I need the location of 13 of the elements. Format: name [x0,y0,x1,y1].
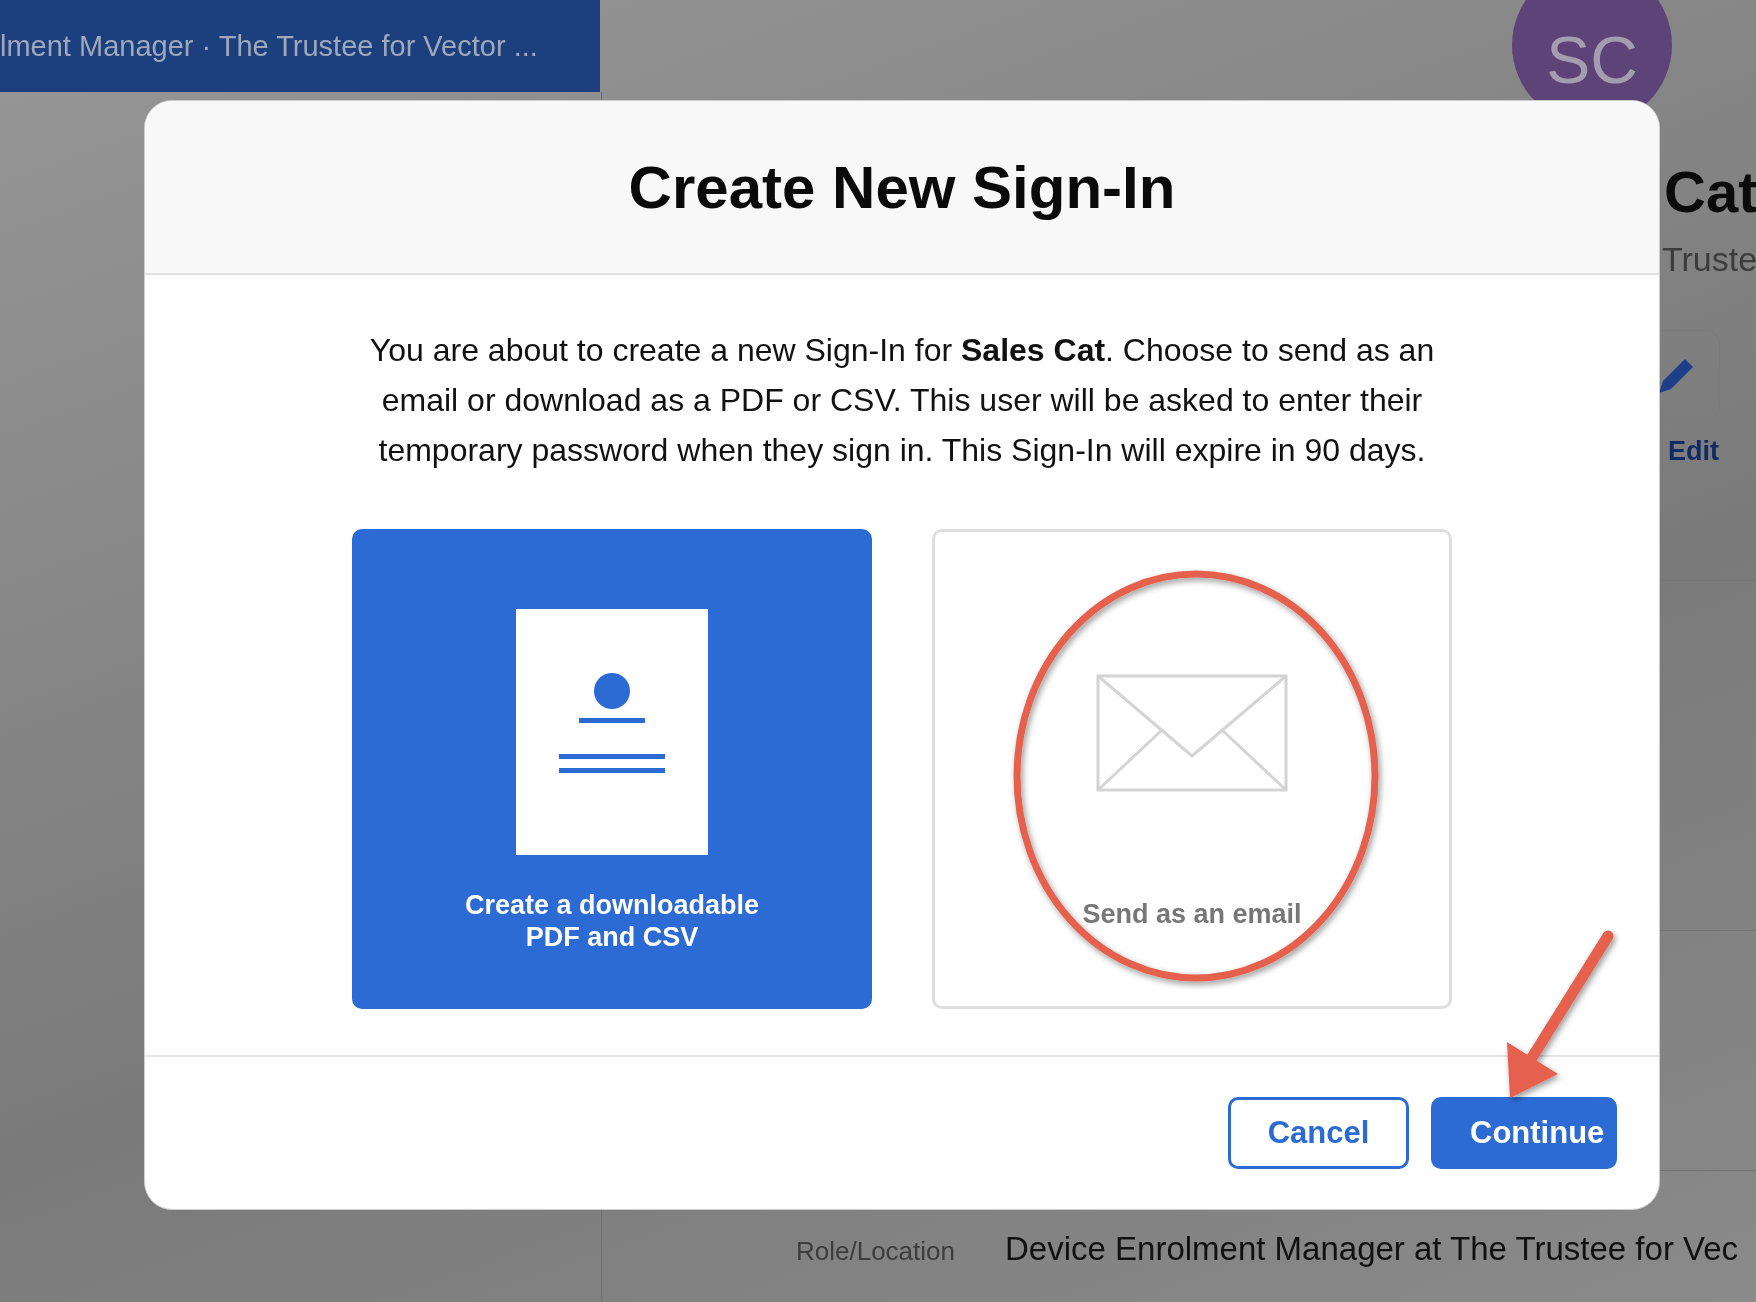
field-label: Role/Location [796,1236,955,1267]
option-card[interactable]: Create a downloadable PDF and CSV [352,529,872,1009]
cancel-button[interactable]: Cancel [1228,1097,1409,1169]
field-value: Device Enrolment Manager at The Trustee for Vec [1005,1230,1739,1268]
edit-label: Edit [1668,436,1719,467]
continue-button[interactable]: Continue [1431,1097,1617,1169]
document-icon [516,609,708,855]
envelope-icon [1096,674,1288,792]
dialog-title: Create New Sign-In [628,152,1176,222]
option-card[interactable]: Send as an email [932,529,1452,1009]
profile-subtitle: Truste [1662,240,1756,279]
dialog-message: You are about to create a new Sign-In for Sales Cat. Choose to send as an email or download as a PDF or CSV. This user will be asked to enter their temporary password when they sign in. This Sign-In will expire in 90 days. [368,331,1436,470]
header-title: lment Manager · The Trustee for Vector ... [0,0,600,92]
